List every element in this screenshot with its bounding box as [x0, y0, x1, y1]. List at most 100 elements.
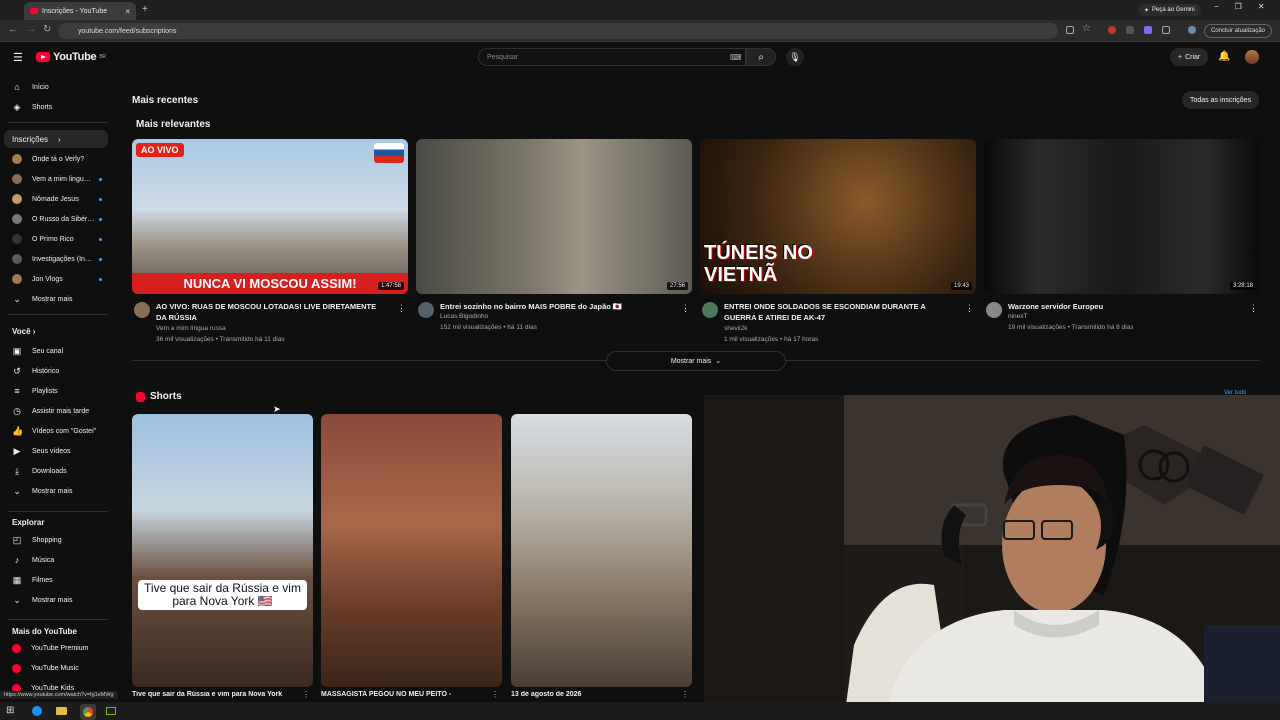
- sidebar-item-movies[interactable]: ▦ Filmes: [4, 571, 108, 589]
- maximize-button[interactable]: ❐: [1235, 2, 1242, 11]
- sidebar-item-shorts[interactable]: ◈ Shorts: [4, 98, 108, 116]
- menu-hamburger-icon[interactable]: ☰: [13, 51, 23, 64]
- extensions-puzzle-icon[interactable]: [1162, 26, 1170, 34]
- sidebar-item-playlists[interactable]: ≡ Playlists: [4, 382, 108, 400]
- video-card[interactable]: 3:28:18 Warzone servidor Europeu ninexT 19 …: [984, 139, 1260, 331]
- browser-tab[interactable]: Inscrições - YouTube ×: [24, 2, 136, 20]
- short-thumbnail[interactable]: Tive que sair da Rússia e vim para Nova …: [132, 414, 313, 687]
- short-title[interactable]: MASSAGISTA PEGOU NO MEU PEITO -: [321, 691, 496, 698]
- file-explorer-icon[interactable]: [56, 707, 67, 715]
- profile-icon[interactable]: [1188, 26, 1196, 34]
- video-title[interactable]: AO VIVO: RUAS DE MOSCOU LOTADAS! LIVE DI…: [156, 301, 386, 323]
- channel-avatar: [12, 254, 22, 264]
- channel-name[interactable]: shevii2k: [724, 325, 747, 332]
- sidebar-item-watch-later[interactable]: ◷ Assistir mais tarde: [4, 402, 108, 420]
- more-options-icon[interactable]: ⋮: [397, 303, 406, 314]
- search-input[interactable]: Pesquisar: [478, 48, 746, 66]
- chrome-icon[interactable]: [83, 707, 93, 717]
- sidebar-subscription-item[interactable]: Onde tá o Verly?: [4, 150, 108, 168]
- short-thumbnail[interactable]: [511, 414, 692, 687]
- windows-start-icon[interactable]: ⊞: [6, 705, 14, 716]
- sidebar-item-inicio[interactable]: ⌂ Início: [4, 78, 108, 96]
- youtube-logo[interactable]: YouTube BR: [36, 51, 106, 63]
- sidebar-item-music[interactable]: ♪ Música: [4, 551, 108, 569]
- sidebar-section-voce[interactable]: Você ›: [12, 327, 35, 336]
- all-subscriptions-button[interactable]: Todas as inscrições: [1182, 91, 1260, 109]
- cast-icon[interactable]: [1066, 26, 1074, 34]
- channel-avatar[interactable]: [418, 302, 434, 318]
- channel-name[interactable]: Vem a mim língua russa: [156, 325, 226, 332]
- search-button[interactable]: ⌕: [746, 48, 776, 66]
- sidebar-item-shopping[interactable]: ◰ Shopping: [4, 531, 108, 549]
- more-options-icon[interactable]: ⋮: [965, 303, 974, 314]
- chevron-right-icon: ›: [30, 327, 36, 336]
- sidebar-item-chevron-down[interactable]: ⌄ Mostrar mais: [4, 482, 108, 500]
- video-title[interactable]: Entrei sozinho no bairro MAIS POBRE do J…: [440, 301, 670, 312]
- create-button[interactable]: + Criar: [1170, 48, 1209, 66]
- address-bar[interactable]: youtube.com/feed/subscriptions: [58, 23, 1058, 39]
- short-title[interactable]: Tive que sair da Rússia e vim para Nova …: [132, 691, 307, 698]
- youtube-app-icon: [12, 663, 21, 673]
- sidebar-subscription-item[interactable]: O Russo da Sibér…: [4, 210, 108, 228]
- sidebar-subscription-item[interactable]: O Primo Rico: [4, 230, 108, 248]
- sidebar-subscription-item[interactable]: Nômade Jesus: [4, 190, 108, 208]
- sidebar-item-your-videos[interactable]: ▶ Seus vídeos: [4, 442, 108, 460]
- sidebar-subscription-item[interactable]: Jon Vlogs: [4, 270, 108, 288]
- more-options-icon[interactable]: ⋮: [1249, 303, 1258, 314]
- channel-avatar[interactable]: [702, 302, 718, 318]
- minimize-button[interactable]: −: [1214, 2, 1219, 11]
- update-button[interactable]: Concluir atualização: [1203, 24, 1272, 38]
- video-card[interactable]: AO VIVO NUNCA VI MOSCOU ASSIM! 1:47:58 AO V…: [132, 139, 408, 343]
- more-options-icon[interactable]: ⋮: [302, 690, 310, 699]
- video-title[interactable]: Warzone servidor Europeu: [1008, 301, 1238, 312]
- new-tab-button[interactable]: +: [142, 4, 148, 15]
- channel-avatar[interactable]: [134, 302, 150, 318]
- extension-icon[interactable]: [1108, 26, 1116, 34]
- tab-close-icon[interactable]: ×: [125, 7, 130, 16]
- channel-avatar[interactable]: [986, 302, 1002, 318]
- voice-search-button[interactable]: 🎙: [786, 48, 804, 66]
- avatar[interactable]: [1245, 50, 1259, 64]
- sidebar-item-youtube-app[interactable]: YouTube Music: [4, 659, 108, 677]
- nvidia-icon[interactable]: [106, 707, 116, 715]
- video-thumbnail[interactable]: TÚNEIS NO VIETNÃ 19:43: [700, 139, 976, 294]
- short-thumbnail[interactable]: [321, 414, 502, 687]
- notifications-bell-icon[interactable]: 🔔: [1218, 51, 1230, 62]
- shorts-icon: [136, 391, 145, 402]
- sidebar-item-channel[interactable]: ▣ Seu canal: [4, 342, 108, 360]
- forward-icon[interactable]: →: [26, 24, 36, 35]
- video-thumbnail[interactable]: AO VIVO NUNCA VI MOSCOU ASSIM! 1:47:58: [132, 139, 408, 294]
- video-card[interactable]: 27:56 Entrei sozinho no bairro MAIS POBRE…: [416, 139, 692, 331]
- sidebar-item-download[interactable]: ⤓ Downloads: [4, 462, 108, 480]
- more-options-icon[interactable]: ⋮: [491, 690, 499, 699]
- video-card[interactable]: TÚNEIS NO VIETNÃ 19:43 ENTREI ONDE SOLDADO…: [700, 139, 976, 343]
- sidebar-show-more-subs[interactable]: ⌄ Mostrar mais: [4, 290, 108, 308]
- channel-avatar: [12, 214, 22, 224]
- video-title[interactable]: ENTREI ONDE SOLDADOS SE ESCONDIAM DURANT…: [724, 301, 954, 323]
- sidebar-subscription-item[interactable]: Investigações (In…: [4, 250, 108, 268]
- video-thumbnail[interactable]: 27:56: [416, 139, 692, 294]
- more-options-icon[interactable]: ⋮: [681, 303, 690, 314]
- extension-icon[interactable]: [1144, 26, 1152, 34]
- close-window-button[interactable]: ✕: [1258, 2, 1265, 11]
- reload-icon[interactable]: ↻: [43, 24, 51, 35]
- sidebar-item-youtube-app[interactable]: YouTube Premium: [4, 639, 108, 657]
- sidebar-item-chevron-down[interactable]: ⌄ Mostrar mais: [4, 591, 108, 609]
- steam-icon[interactable]: [32, 706, 42, 716]
- channel-name[interactable]: ninexT: [1008, 313, 1028, 320]
- sidebar-subscription-item[interactable]: Vem a mim lingu…: [4, 170, 108, 188]
- sidebar-item-inscricoes[interactable]: Inscrições ›: [4, 130, 108, 148]
- short-title[interactable]: 13 de agosto de 2026: [511, 691, 686, 698]
- sidebar-item-like[interactable]: 👍 Vídeos com "Gostei": [4, 422, 108, 440]
- keyboard-icon[interactable]: ⌨: [730, 53, 742, 62]
- extension-icon[interactable]: [1126, 26, 1134, 34]
- gemini-button[interactable]: ✦ Peça ao Gemini: [1138, 4, 1201, 16]
- back-icon[interactable]: ←: [8, 24, 18, 35]
- show-more-label: Mostrar mais: [670, 357, 712, 365]
- channel-name[interactable]: Lucas Bigodinho: [440, 313, 488, 320]
- more-options-icon[interactable]: ⋮: [681, 690, 689, 699]
- show-more-button[interactable]: Mostrar mais ⌄: [606, 351, 786, 371]
- sidebar-item-history[interactable]: ↺ Histórico: [4, 362, 108, 380]
- bookmark-star-icon[interactable]: ☆: [1082, 23, 1091, 34]
- video-thumbnail[interactable]: 3:28:18: [984, 139, 1260, 294]
